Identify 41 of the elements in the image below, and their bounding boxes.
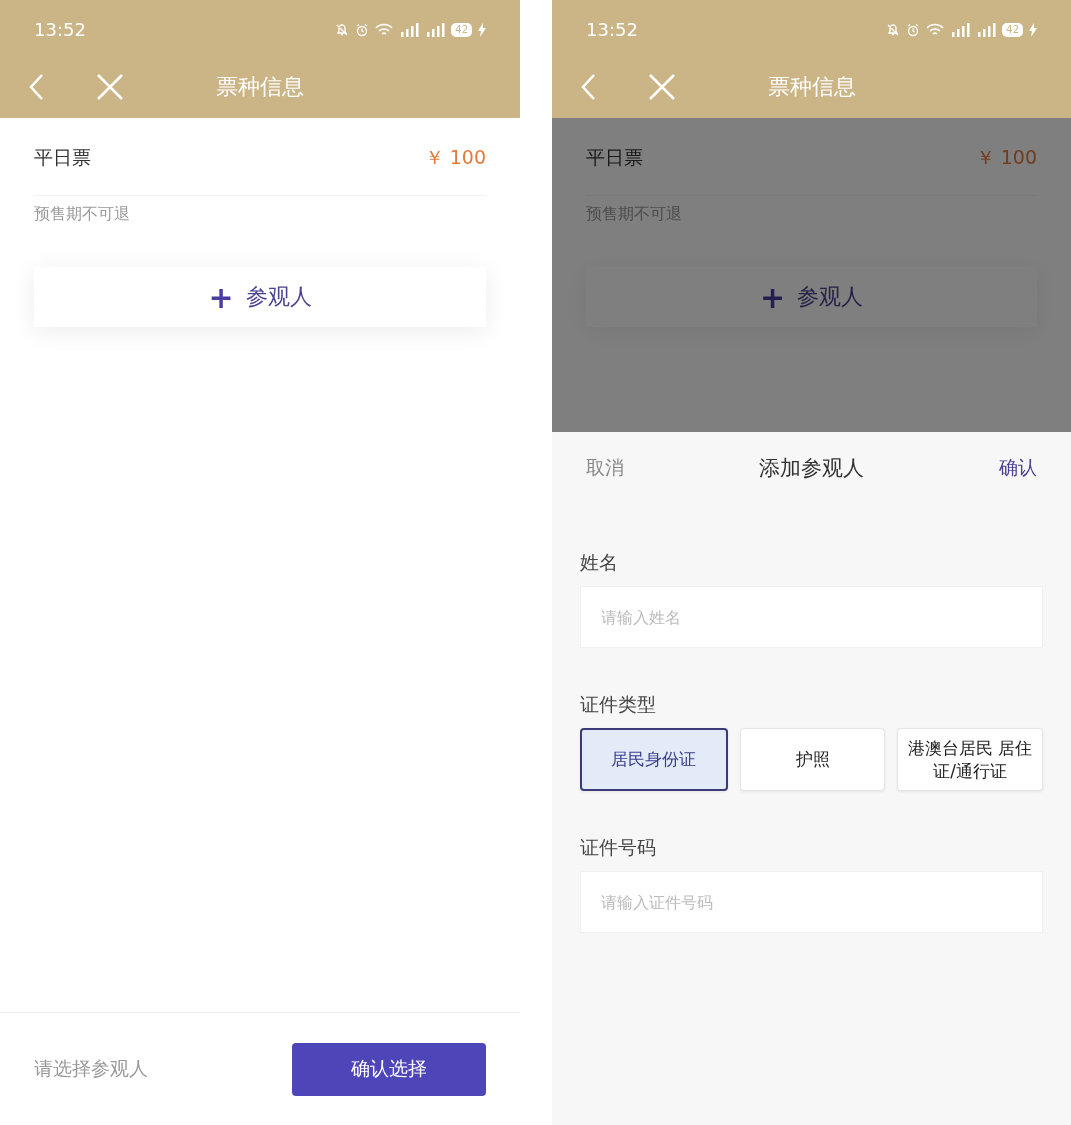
add-visitor-button[interactable]: + 参观人 bbox=[586, 267, 1037, 327]
id-number-input-field[interactable]: 请输入证件号码 bbox=[580, 871, 1043, 933]
field-label: 证件类型 bbox=[580, 692, 657, 717]
confirm-selection-button[interactable]: 确认选择 bbox=[292, 1042, 486, 1096]
id-type-option[interactable]: 港澳台居民 居住证/通行证 bbox=[897, 728, 1043, 791]
ticket-price: ￥ 100 bbox=[975, 144, 1037, 170]
confirm-button[interactable]: 确认 bbox=[999, 455, 1037, 481]
page-title: 票种信息 bbox=[216, 72, 304, 101]
alarm-clock-icon bbox=[906, 22, 921, 37]
name-input-field[interactable]: 请输入姓名 bbox=[580, 586, 1043, 648]
ticket-price: ￥ 100 bbox=[424, 144, 486, 170]
ticket-note: 预售期不可退 bbox=[34, 203, 131, 225]
wifi-icon bbox=[375, 22, 394, 37]
field-label: 姓名 bbox=[580, 550, 619, 575]
back-icon[interactable] bbox=[28, 72, 44, 101]
status-time: 13:52 bbox=[586, 19, 638, 40]
signal-icon bbox=[950, 22, 971, 37]
signal-icon bbox=[976, 22, 997, 37]
signal-icon bbox=[399, 22, 420, 37]
field-label: 证件号码 bbox=[580, 835, 657, 860]
ticket-name: 平日票 bbox=[34, 144, 91, 170]
id-type-option[interactable]: 护照 bbox=[739, 728, 886, 791]
page-title: 票种信息 bbox=[767, 72, 856, 101]
add-visitor-button[interactable]: + 参观人 bbox=[34, 267, 486, 327]
wifi-icon bbox=[926, 22, 945, 37]
ticket-name: 平日票 bbox=[586, 144, 643, 170]
bell-muted-icon bbox=[886, 22, 901, 37]
charging-icon bbox=[1029, 22, 1037, 37]
selection-hint: 请选择参观人 bbox=[34, 1056, 148, 1081]
back-icon[interactable] bbox=[580, 72, 596, 101]
alarm-clock-icon bbox=[355, 22, 370, 37]
battery-level: 42 bbox=[451, 22, 472, 37]
signal-icon bbox=[425, 22, 446, 37]
charging-icon bbox=[478, 22, 486, 37]
bell-muted-icon bbox=[335, 22, 350, 37]
status-time: 13:52 bbox=[34, 19, 86, 40]
close-icon[interactable] bbox=[96, 72, 124, 101]
sheet-title: 添加参观人 bbox=[759, 455, 864, 482]
close-icon[interactable] bbox=[648, 72, 676, 101]
battery-level: 42 bbox=[1002, 22, 1023, 37]
id-type-option[interactable]: 居民身份证 bbox=[580, 728, 728, 791]
